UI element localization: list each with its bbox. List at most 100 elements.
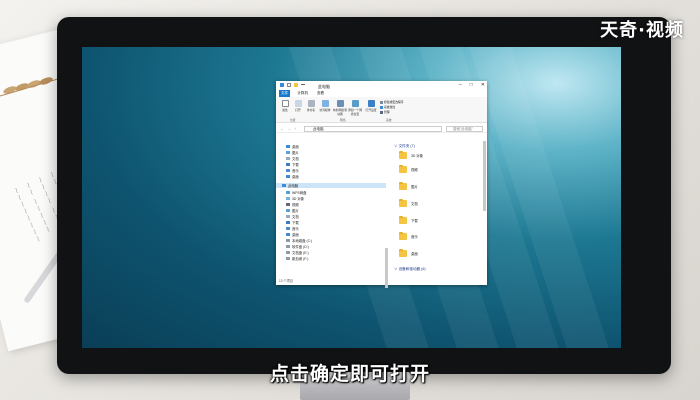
video-icon bbox=[286, 202, 290, 207]
folder-item[interactable]: 图片 bbox=[399, 181, 418, 190]
back-icon[interactable]: ← bbox=[280, 126, 284, 131]
nav-item[interactable]: 文档 bbox=[286, 214, 299, 219]
nav-item[interactable]: 下载 bbox=[286, 162, 299, 167]
nav-item[interactable]: 新加坡 (F:) bbox=[286, 256, 308, 261]
drive-icon bbox=[286, 244, 290, 249]
address-path: 此电脑 bbox=[313, 126, 324, 131]
nav-item[interactable]: 文档盘 (E:) bbox=[286, 250, 309, 255]
menu-computer[interactable]: 计算机 bbox=[295, 90, 310, 97]
open-button[interactable]: 打开 bbox=[291, 100, 305, 112]
nav-label: 下载 bbox=[292, 163, 299, 167]
uninstall-label: 卸载或更改程序 bbox=[384, 100, 404, 104]
nav-item[interactable]: 图片 bbox=[286, 150, 299, 155]
manage-link[interactable]: 管理 bbox=[380, 110, 390, 114]
ribbon: 属性 打开 重命名 访问媒体 映射网络驱动器 添加一个网络位置 打开设置 卸载或… bbox=[276, 97, 487, 123]
content-scrollbar[interactable] bbox=[483, 141, 486, 211]
folder-icon bbox=[399, 248, 407, 257]
group-header-label: 文件夹 (7) bbox=[398, 144, 415, 148]
group-header-devices[interactable]: ∨ 设备和驱动器 (6) bbox=[394, 267, 426, 272]
up-icon[interactable]: ↑ bbox=[294, 126, 296, 131]
brand-watermark: 天奇·视频 bbox=[600, 20, 684, 41]
check-icon bbox=[380, 105, 383, 109]
open-settings-button[interactable]: 打开设置 bbox=[364, 100, 378, 112]
nav-item[interactable]: 音乐 bbox=[286, 168, 299, 173]
window-title: 此电脑 bbox=[318, 83, 330, 89]
folder-label: 桌面 bbox=[411, 252, 418, 256]
maximize-icon[interactable]: □ bbox=[470, 82, 473, 88]
navigation-scrollbar[interactable] bbox=[385, 248, 388, 288]
chevron-down-icon[interactable] bbox=[301, 84, 305, 86]
folder-item[interactable]: 音乐 bbox=[399, 231, 418, 240]
nav-item[interactable]: 桌面 bbox=[286, 232, 299, 237]
open-icon bbox=[294, 100, 302, 107]
content-pane: ∨ 文件夹 (7) 3D 对象 视频 图片 文档 下载 音乐 桌面 ∨ 设备和驱… bbox=[390, 136, 487, 276]
map-drive-button[interactable]: 映射网络驱动器 bbox=[333, 100, 347, 116]
nav-item[interactable]: 视频 bbox=[286, 202, 299, 207]
search-input[interactable]: 搜索"此电脑" bbox=[446, 125, 483, 132]
nav-label: 桌面 bbox=[292, 233, 299, 237]
add-network-location-button[interactable]: 添加一个网络位置 bbox=[348, 100, 362, 116]
desktop-icon bbox=[286, 174, 290, 179]
new-folder-icon[interactable] bbox=[294, 83, 298, 87]
properties-icon[interactable] bbox=[287, 83, 291, 87]
nav-item[interactable]: 桌面 bbox=[286, 144, 299, 149]
group-label-system: 系统 bbox=[386, 118, 392, 122]
nav-item-this-pc[interactable]: 此电脑 bbox=[276, 183, 386, 188]
drive-icon bbox=[286, 250, 290, 255]
uninstall-program-link[interactable]: 卸载或更改程序 bbox=[380, 100, 404, 104]
folder-icon bbox=[399, 164, 407, 173]
folder-item[interactable]: 桌面 bbox=[399, 248, 418, 257]
media-icon bbox=[321, 100, 329, 107]
nav-item[interactable]: 音乐 bbox=[286, 226, 299, 231]
rename-button[interactable]: 重命名 bbox=[304, 100, 318, 112]
open-label: 打开 bbox=[295, 108, 301, 112]
menu-view[interactable]: 查看 bbox=[315, 90, 326, 97]
menu-file[interactable]: 文件 bbox=[279, 90, 291, 97]
computer-icon bbox=[280, 83, 284, 87]
nav-label: 图片 bbox=[292, 151, 299, 155]
network-location-icon bbox=[351, 100, 359, 107]
file-explorer-window[interactable]: 此电脑 – □ ✕ 文件 计算机 查看 属性 打开 重命名 访问媒体 映射网络驱… bbox=[276, 81, 487, 288]
group-label-network: 网络 bbox=[340, 118, 346, 122]
computer-icon bbox=[282, 183, 286, 188]
menu-bar: 文件 计算机 查看 bbox=[276, 90, 487, 97]
folder-item[interactable]: 下载 bbox=[399, 215, 418, 224]
nav-item[interactable]: 桌面 bbox=[286, 174, 299, 179]
access-media-label: 访问媒体 bbox=[319, 108, 331, 112]
folder-icon bbox=[399, 198, 407, 207]
properties-button[interactable]: 属性 bbox=[278, 100, 292, 112]
address-input[interactable]: 此电脑 bbox=[304, 125, 442, 132]
title-bar[interactable]: 此电脑 – □ ✕ bbox=[276, 81, 487, 90]
nav-label: 文档 bbox=[292, 215, 299, 219]
cloud-icon bbox=[286, 190, 290, 195]
nav-item[interactable]: 文档 bbox=[286, 156, 299, 161]
nav-label: 文档 bbox=[292, 157, 299, 161]
pictures-icon bbox=[286, 150, 290, 155]
forward-icon[interactable]: → bbox=[287, 126, 291, 131]
nav-label: 下载 bbox=[292, 221, 299, 225]
manage-icon bbox=[380, 110, 383, 114]
system-properties-link[interactable]: 系统属性 bbox=[380, 105, 395, 109]
nav-label: 本地磁盘 (C:) bbox=[292, 239, 313, 243]
folder-icon bbox=[399, 231, 407, 240]
nav-item[interactable]: 3D 对象 bbox=[286, 196, 304, 201]
group-header-label: 设备和驱动器 (6) bbox=[398, 267, 426, 271]
nav-label: 图片 bbox=[292, 209, 299, 213]
drive-icon bbox=[286, 238, 290, 243]
nav-label: 软件盘 (D:) bbox=[292, 245, 309, 249]
folder-item[interactable]: 3D 对象 bbox=[399, 150, 423, 159]
nav-label: WPS网盘 bbox=[292, 191, 307, 195]
folder-item[interactable]: 文档 bbox=[399, 198, 418, 207]
nav-item[interactable]: 本地磁盘 (C:) bbox=[286, 238, 312, 243]
nav-label: 新加坡 (F:) bbox=[292, 257, 309, 261]
access-media-button[interactable]: 访问媒体 bbox=[318, 100, 332, 112]
gear-icon bbox=[367, 100, 375, 107]
nav-item[interactable]: 下载 bbox=[286, 220, 299, 225]
nav-item[interactable]: WPS网盘 bbox=[286, 190, 307, 195]
folder-item[interactable]: 视频 bbox=[399, 164, 418, 173]
nav-item[interactable]: 图片 bbox=[286, 208, 299, 213]
group-header-folders[interactable]: ∨ 文件夹 (7) bbox=[394, 144, 415, 149]
nav-item[interactable]: 软件盘 (D:) bbox=[286, 244, 309, 249]
close-icon[interactable]: ✕ bbox=[481, 82, 485, 88]
minimize-icon[interactable]: – bbox=[459, 82, 462, 88]
